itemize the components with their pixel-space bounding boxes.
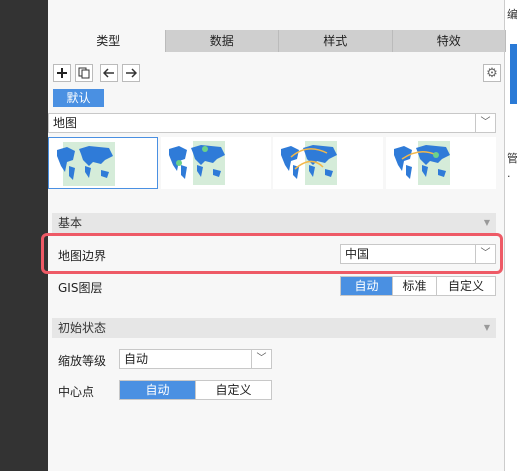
gis-layer-auto[interactable]: 自动 (341, 277, 393, 295)
settings-button[interactable]: ⚙ (483, 64, 501, 82)
add-button[interactable] (53, 64, 71, 82)
gear-icon: ⚙ (486, 65, 498, 81)
right-edge-text-2: 管 (507, 152, 517, 165)
tab-effects[interactable]: 特效 (392, 30, 506, 52)
section-initial-title: 初始状态 (58, 321, 107, 335)
chevron-down-icon: ﹀ (251, 350, 271, 368)
copy-icon (78, 67, 90, 79)
thumbnail-world-map-point[interactable] (160, 137, 271, 189)
world-map-flow-icon (281, 141, 338, 185)
zoom-level-select[interactable]: 自动 ﹀ (119, 349, 272, 369)
section-basic[interactable]: 基本 ▼ (52, 213, 496, 233)
chevron-down-icon: ﹀ (475, 114, 495, 132)
move-left-button[interactable] (100, 64, 118, 82)
section-basic-title: 基本 (58, 216, 83, 230)
right-edge-accent (510, 44, 517, 104)
thumbnail-world-map-area[interactable] (48, 137, 158, 189)
center-point-custom[interactable]: 自定义 (196, 381, 271, 399)
tab-bar: 类型 数据 样式 特效 (52, 30, 506, 52)
center-point-segmented: 自动 自定义 (119, 380, 272, 400)
zoom-level-value: 自动 (124, 352, 149, 366)
highlight-box (41, 233, 503, 274)
arrow-left-icon (103, 68, 114, 78)
gis-layer-custom[interactable]: 自定义 (437, 277, 495, 295)
center-point-label: 中心点 (58, 385, 95, 399)
move-right-button[interactable] (122, 64, 140, 82)
center-point-auto[interactable]: 自动 (120, 381, 196, 399)
copy-button[interactable] (75, 64, 93, 82)
tab-data[interactable]: 数据 (165, 30, 279, 52)
collapse-icon: ▼ (483, 323, 490, 332)
zoom-level-label: 缩放等级 (58, 354, 107, 368)
world-map-area-icon (57, 142, 115, 186)
map-thumbnails (48, 137, 496, 189)
gis-layer-standard[interactable]: 标准 (393, 277, 437, 295)
chart-type-value: 地图 (53, 116, 78, 130)
collapse-icon: ▼ (483, 218, 490, 227)
tab-type[interactable]: 类型 (52, 30, 166, 52)
arrow-right-icon (126, 68, 137, 78)
thumbnail-world-map-flow[interactable] (273, 137, 384, 189)
world-map-heat-icon (393, 141, 450, 185)
world-map-point-icon (168, 141, 225, 185)
right-edge-text-3: · (507, 170, 511, 183)
tab-style[interactable]: 样式 (279, 30, 393, 52)
thumbnail-world-map-heat[interactable] (385, 137, 496, 189)
gis-layer-label: GIS图层 (58, 281, 103, 295)
right-edge-panel: 编 管 · (504, 0, 517, 471)
plus-icon (57, 68, 67, 78)
default-tag[interactable]: 默认 (53, 89, 104, 107)
gis-layer-segmented: 自动 标准 自定义 (340, 276, 496, 296)
chart-type-select[interactable]: 地图 ﹀ (48, 113, 496, 133)
section-initial-state[interactable]: 初始状态 ▼ (52, 318, 496, 338)
right-edge-text-1: 编 (507, 8, 517, 21)
